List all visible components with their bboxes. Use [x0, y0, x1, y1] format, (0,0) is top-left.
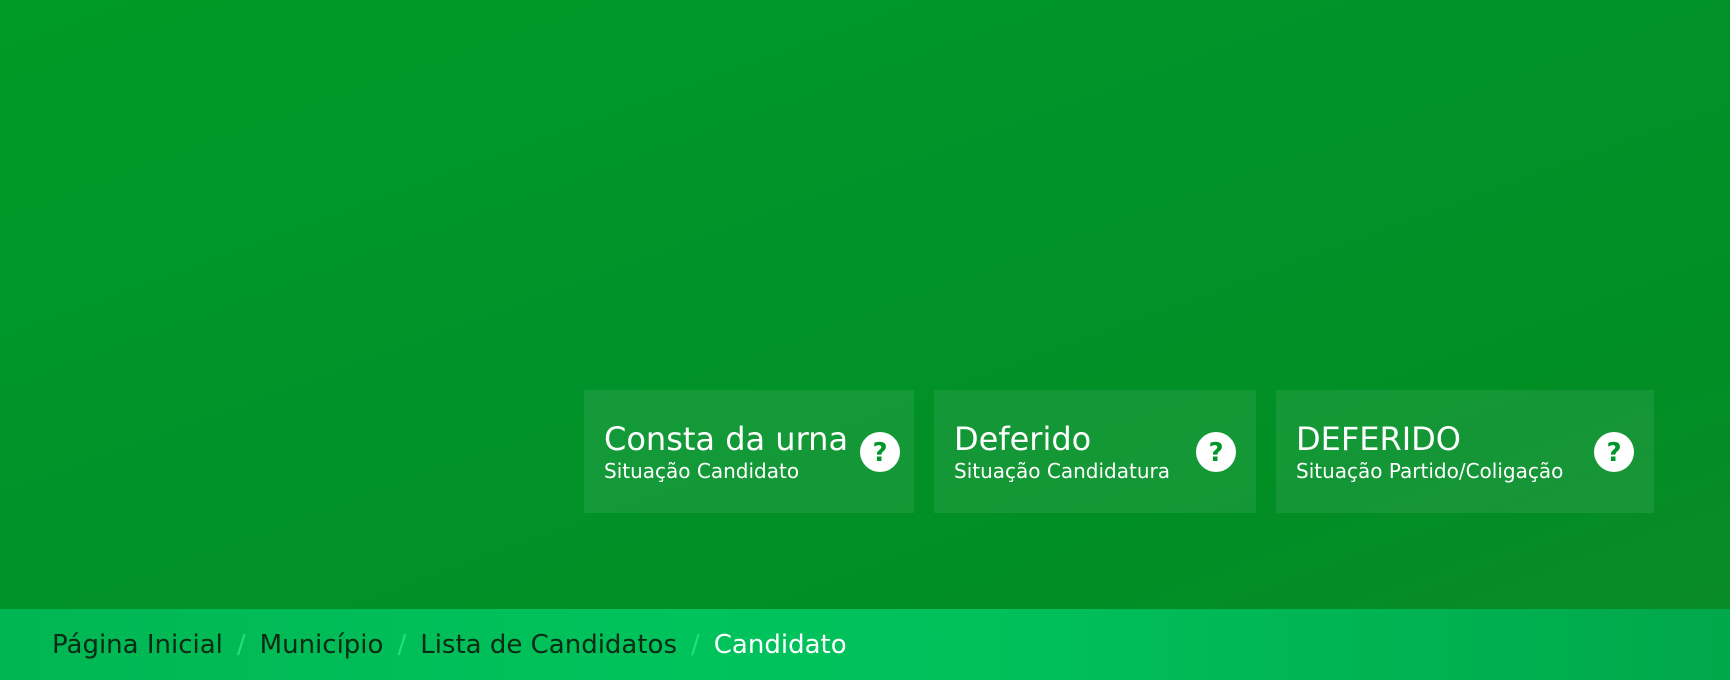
card-label: Situação Candidato: [604, 458, 800, 483]
card-value: DEFERIDO: [1296, 419, 1461, 458]
breadcrumb-separator: /: [397, 629, 407, 660]
card-situacao-partido-coligacao: DEFERIDO Situação Partido/Coligação ?: [1276, 390, 1654, 513]
question-circle-icon[interactable]: ?: [1196, 431, 1236, 472]
card-value: Consta da urna: [604, 419, 849, 458]
question-circle-icon[interactable]: ?: [1594, 431, 1634, 472]
breadcrumb-item-pagina-inicial[interactable]: Página Inicial: [52, 630, 223, 660]
svg-text:?: ?: [1606, 438, 1621, 468]
breadcrumb: Página Inicial / Município / Lista de Ca…: [0, 609, 1730, 680]
question-circle-icon[interactable]: ?: [860, 431, 901, 472]
breadcrumb-item-municipio[interactable]: Município: [260, 630, 384, 660]
card-value: Deferido: [954, 419, 1092, 458]
status-cards: Consta da urna Situação Candidato ? Defe…: [584, 390, 1654, 513]
svg-text:?: ?: [1208, 438, 1223, 468]
svg-text:?: ?: [873, 438, 888, 468]
breadcrumb-separator: /: [236, 629, 246, 660]
card-situacao-candidatura: Deferido Situação Candidatura ?: [934, 390, 1256, 513]
card-label: Situação Candidatura: [954, 458, 1170, 483]
breadcrumb-current: Candidato: [713, 629, 847, 660]
breadcrumb-item-lista-de-candidatos[interactable]: Lista de Candidatos: [420, 630, 677, 660]
breadcrumb-separator: /: [691, 629, 700, 660]
page: Consta da urna Situação Candidato ? Defe…: [0, 0, 1730, 680]
card-situacao-candidato: Consta da urna Situação Candidato ?: [584, 390, 914, 513]
card-label: Situação Partido/Coligação: [1296, 458, 1564, 483]
